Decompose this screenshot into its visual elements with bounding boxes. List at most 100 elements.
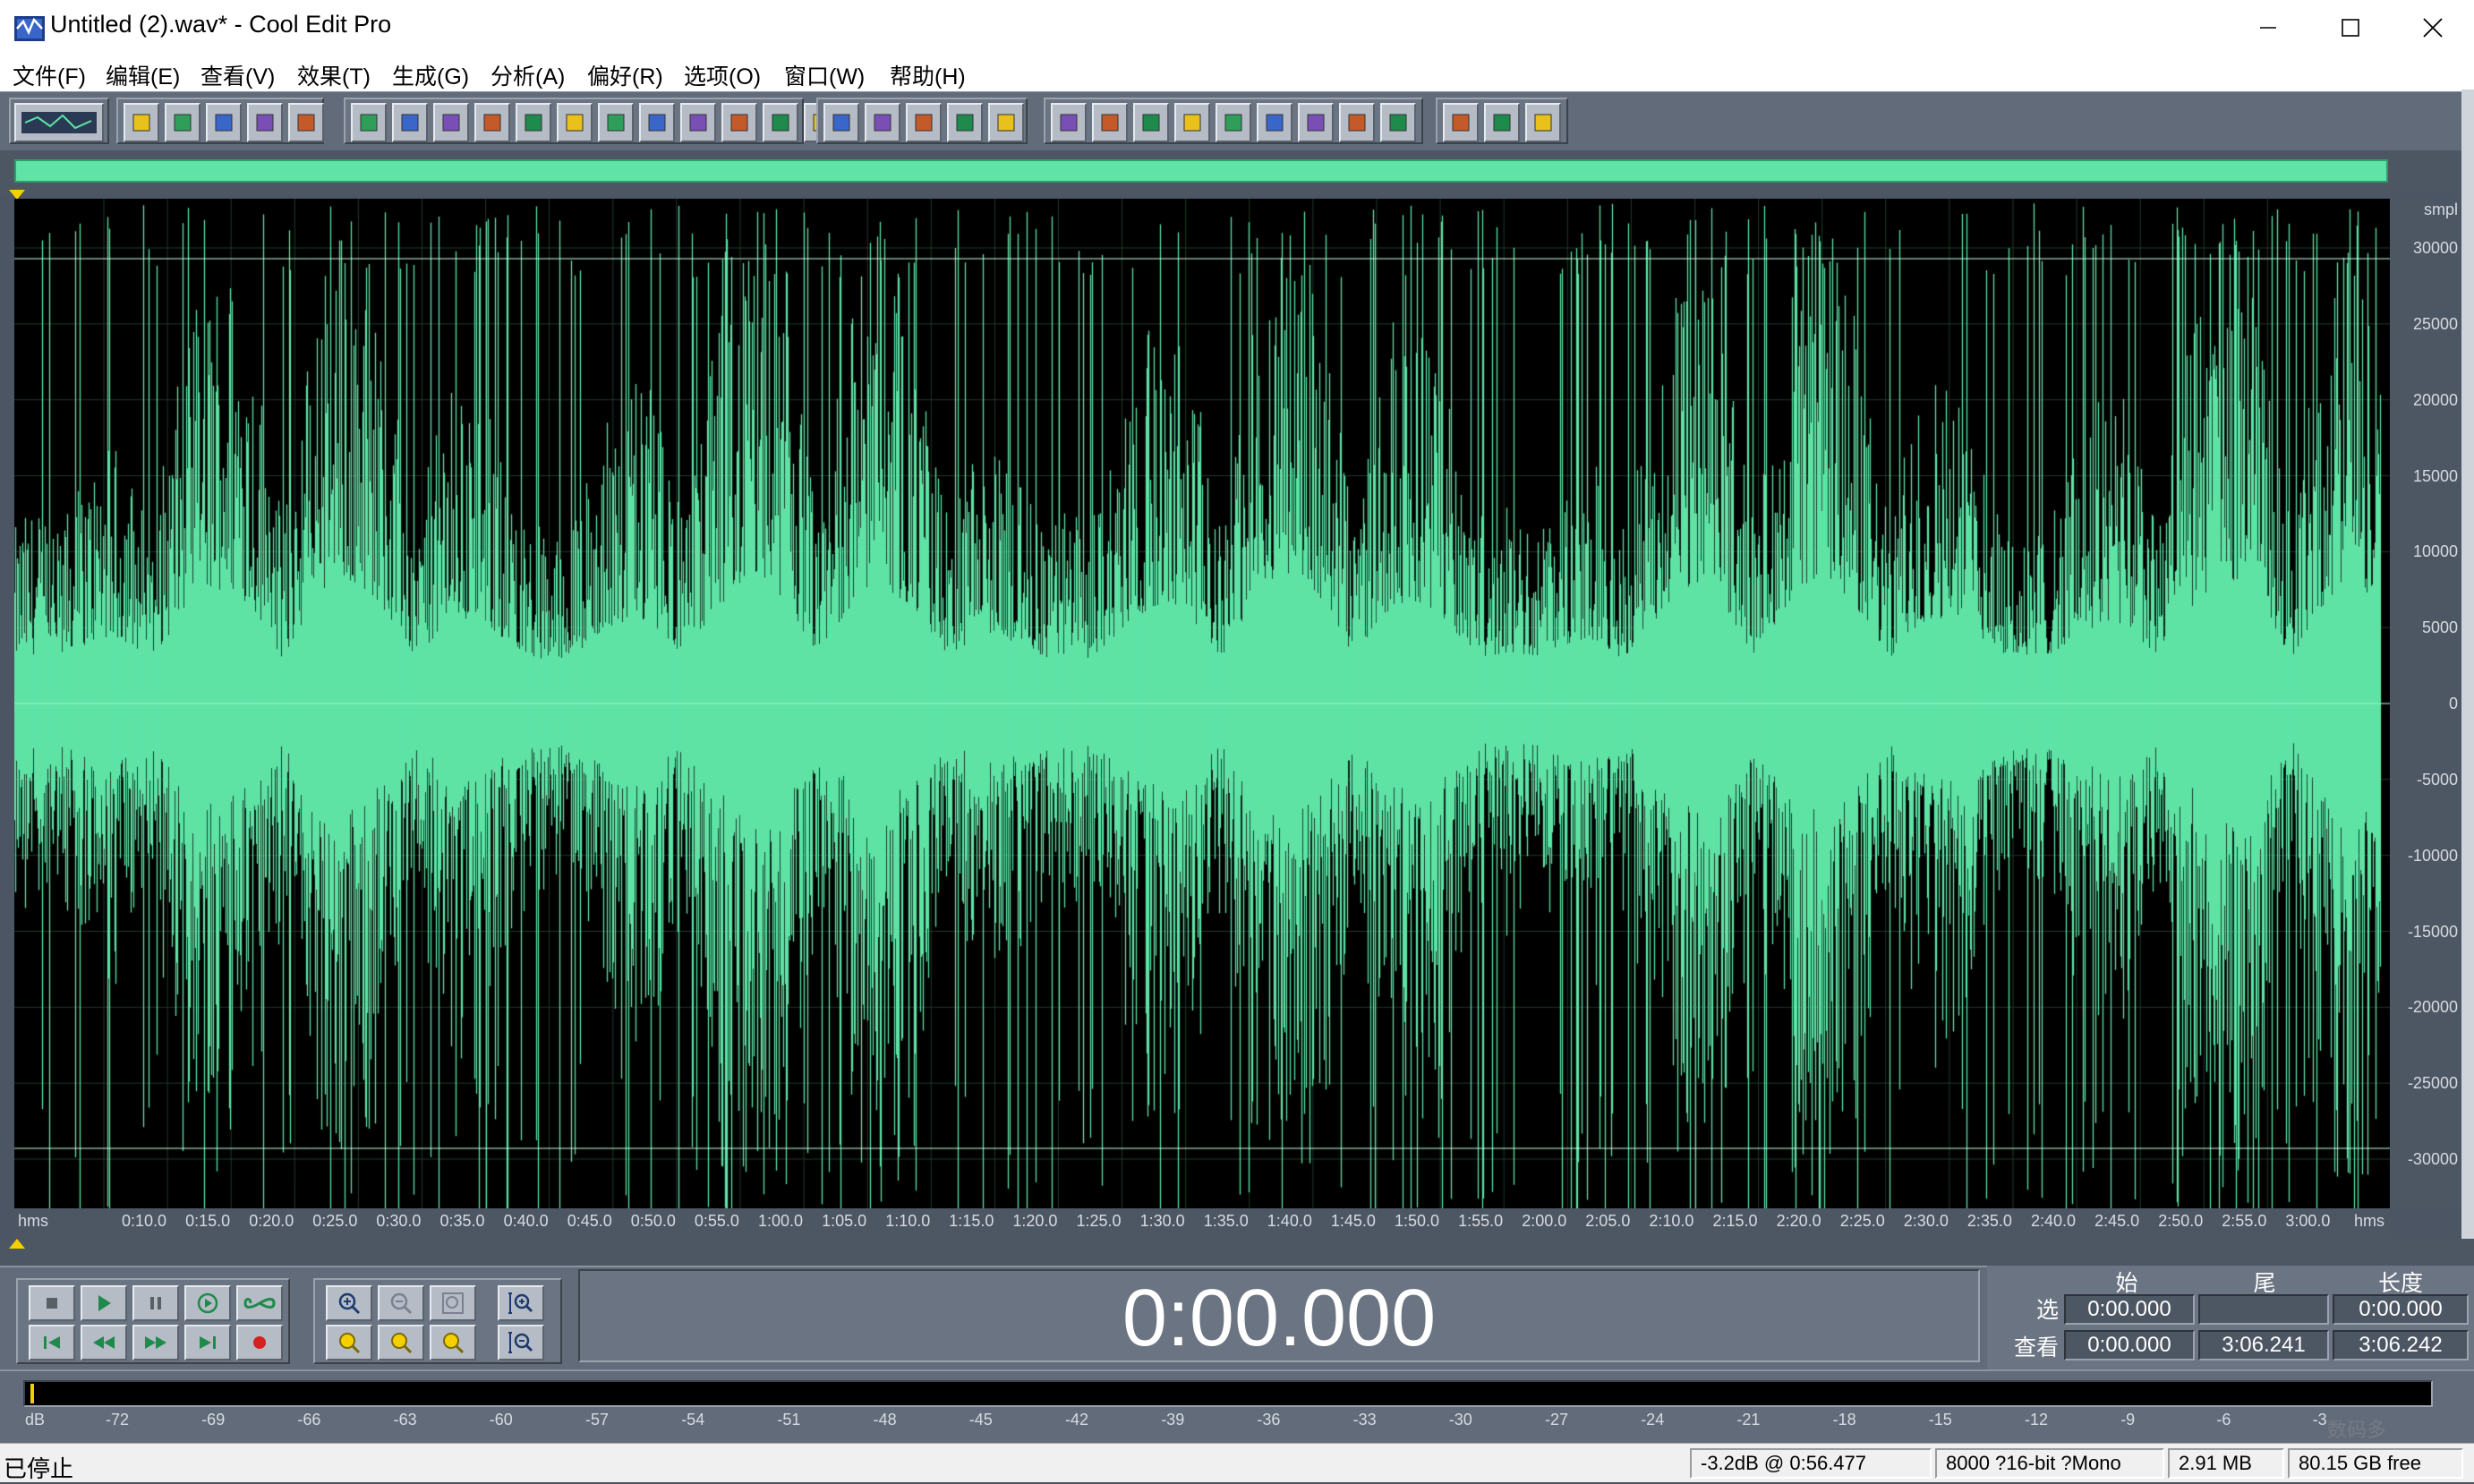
help-button[interactable]: [1525, 103, 1561, 142]
open-file-button[interactable]: [165, 103, 200, 142]
play-to-end-button[interactable]: [184, 1285, 231, 1321]
view-end-field[interactable]: 3:06.241: [2198, 1330, 2329, 1360]
new-file-button[interactable]: [124, 103, 159, 142]
copy-button[interactable]: [516, 103, 551, 142]
amplitude-axis: smpl 30000 25000 20000 15000 10000 5000 0 -5000…: [2390, 199, 2461, 1208]
view-length-field[interactable]: 3:06.242: [2333, 1330, 2469, 1360]
mix-paste-button[interactable]: [763, 103, 798, 142]
overview-visible-range[interactable]: [14, 159, 2388, 183]
go-to-end-button[interactable]: [184, 1325, 231, 1360]
paste-button[interactable]: [598, 103, 634, 142]
time-tick-label: 0:50.0: [630, 1212, 676, 1230]
y-tick-label: 30000: [2412, 239, 2458, 257]
menu-window[interactable]: 窗口(W): [784, 59, 865, 91]
rewind-button[interactable]: [81, 1325, 127, 1360]
zoom-window-button[interactable]: [1216, 103, 1251, 142]
y-tick-label: -10000: [2407, 846, 2458, 865]
copy-new-icon: [483, 114, 501, 132]
redo-button[interactable]: [392, 103, 428, 142]
tools-icon: [1493, 114, 1511, 132]
zoom-to-left-button[interactable]: [326, 1325, 372, 1360]
undo-button[interactable]: [351, 103, 387, 142]
zoom-out-button[interactable]: [378, 1285, 424, 1321]
y-tick-label: 20000: [2412, 390, 2458, 409]
time-tick-label: 2:05.0: [1585, 1212, 1631, 1230]
paste-mix-button[interactable]: [639, 103, 675, 142]
silence-icon: [730, 114, 748, 132]
repeat-last-icon: [442, 114, 460, 132]
fast-forward-button[interactable]: [132, 1325, 179, 1360]
menu-file[interactable]: 文件(F): [13, 59, 86, 91]
vertical-scrollbar[interactable]: [2461, 90, 2474, 1271]
stretch-button[interactable]: [865, 103, 900, 142]
menu-options[interactable]: 选项(O): [684, 59, 761, 91]
meter-tick-label: -72: [106, 1411, 130, 1429]
zoom-out-vertical-button[interactable]: [498, 1325, 544, 1360]
spectral-view-button[interactable]: [1092, 103, 1128, 142]
pause-button[interactable]: [132, 1285, 179, 1321]
time-tick-label: 1:45.0: [1330, 1212, 1376, 1230]
play-list-button[interactable]: [1174, 103, 1210, 142]
loop-icon: [243, 1298, 276, 1309]
zoom-selection-button[interactable]: [430, 1325, 476, 1360]
trim-icon: [689, 114, 707, 132]
menu-analyze[interactable]: 分析(A): [491, 59, 565, 91]
menu-favorites[interactable]: 偏好(R): [587, 59, 663, 91]
menu-generate[interactable]: 生成(G): [392, 59, 469, 91]
waveform-canvas[interactable]: [14, 199, 2390, 1208]
menu-help[interactable]: 帮助(H): [890, 59, 966, 91]
loop-button[interactable]: [236, 1285, 283, 1321]
trim-button[interactable]: [680, 103, 716, 142]
multitrack-toggle-button[interactable]: [14, 103, 104, 142]
status-free-space: 80.15 GB free: [2288, 1448, 2463, 1479]
amplify-button[interactable]: [947, 103, 983, 142]
silence-button[interactable]: [721, 103, 757, 142]
channel-mixer-button[interactable]: [906, 103, 942, 142]
copy-new-button[interactable]: [474, 103, 510, 142]
time-tick-label: 2:35.0: [1966, 1212, 2012, 1230]
zoom-full-button[interactable]: [430, 1285, 476, 1321]
close-file-button[interactable]: [288, 103, 324, 142]
zoom-in-vertical-button[interactable]: [498, 1285, 544, 1321]
display-waveform-button[interactable]: [1051, 103, 1087, 142]
play-button[interactable]: [81, 1285, 127, 1321]
repeat-last-button[interactable]: [433, 103, 469, 142]
time-ruler[interactable]: hms hms 0:10.0 0:15.0 0:20.0 0:25.0 0:30.0 0:…: [14, 1208, 2390, 1239]
menu-view[interactable]: 查看(V): [200, 59, 275, 91]
waveform-display[interactable]: [14, 199, 2390, 1208]
menu-effects[interactable]: 效果(T): [297, 59, 371, 91]
view-start-field[interactable]: 0:00.000: [2064, 1330, 2195, 1360]
meter-tick-label: -21: [1736, 1411, 1761, 1429]
save-file-button[interactable]: [206, 103, 242, 142]
menu-edit[interactable]: 编辑(E): [106, 59, 180, 91]
info-panel-icon: [1389, 114, 1407, 132]
minimize-button[interactable]: [2227, 0, 2309, 55]
horizontal-scroll-area[interactable]: [0, 1239, 2474, 1266]
tools-button[interactable]: [1484, 103, 1520, 142]
record-button[interactable]: [236, 1325, 283, 1360]
selection-start-field[interactable]: 0:00.000: [2064, 1294, 2195, 1325]
cut-button[interactable]: [557, 103, 593, 142]
selection-length-field[interactable]: 0:00.000: [2333, 1294, 2469, 1325]
maximize-button[interactable]: [2309, 0, 2392, 55]
selection-end-field[interactable]: [2198, 1294, 2329, 1325]
stop-button[interactable]: [29, 1285, 75, 1321]
close-file-icon: [297, 114, 315, 132]
zoom-to-right-button[interactable]: [378, 1325, 424, 1360]
info-panel-button[interactable]: [1380, 103, 1416, 142]
envelope-button[interactable]: [823, 103, 859, 142]
status-window-button[interactable]: [1298, 103, 1334, 142]
zoom-in-button[interactable]: [326, 1285, 372, 1321]
paste-mix-icon: [648, 114, 666, 132]
end-marker-icon[interactable]: [9, 1239, 25, 1249]
go-to-start-button[interactable]: [29, 1325, 75, 1360]
normalize-button[interactable]: [988, 103, 1024, 142]
level-meter-button[interactable]: [1339, 103, 1375, 142]
save-all-button[interactable]: [247, 103, 283, 142]
cue-list-button[interactable]: [1133, 103, 1169, 142]
settings-button[interactable]: [1443, 103, 1479, 142]
menu-bar: 文件(F) 编辑(E) 查看(V) 效果(T) 生成(G) 分析(A) 偏好(R…: [0, 55, 2474, 91]
close-button[interactable]: [2392, 0, 2474, 55]
time-window-button[interactable]: [1257, 103, 1292, 142]
time-tick-label: 2:30.0: [1903, 1212, 1949, 1230]
